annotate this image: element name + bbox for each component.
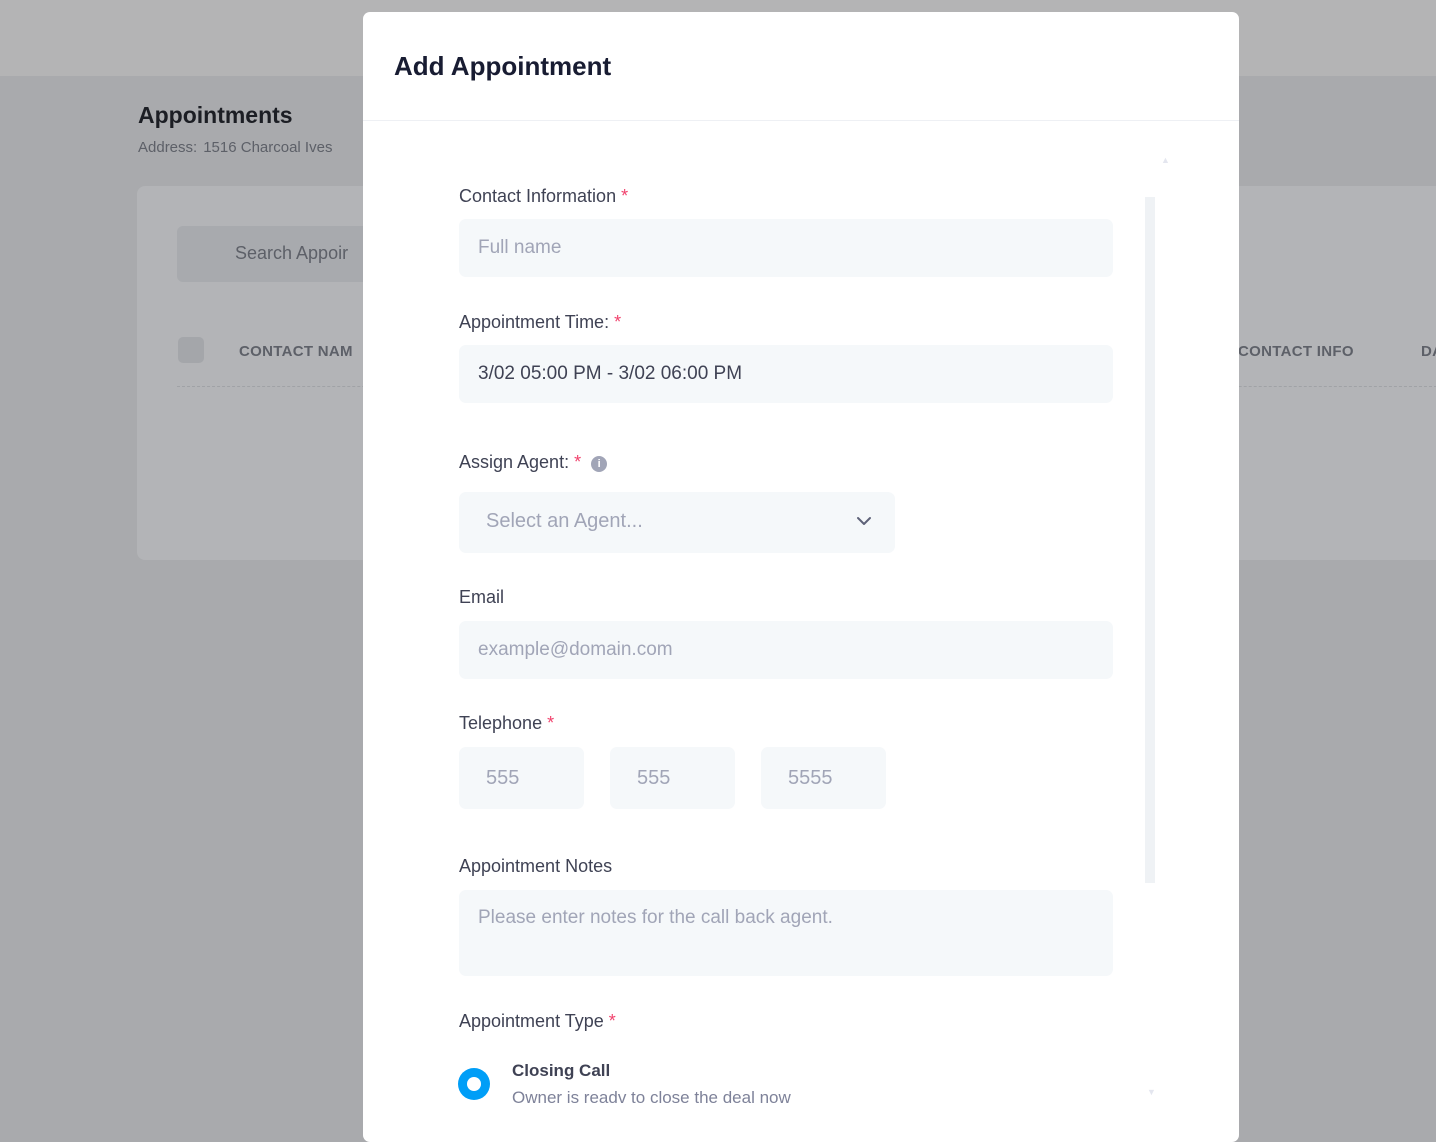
telephone-area-code-input[interactable]	[459, 747, 584, 809]
appointment-type-label-text: Appointment Type	[459, 1011, 604, 1031]
appointment-time-input[interactable]	[459, 345, 1113, 403]
info-circle-icon[interactable]: i	[591, 456, 608, 472]
assign-agent-select[interactable]: Select an Agent...	[459, 492, 895, 553]
scroll-down-arrow-icon[interactable]: ▼	[1147, 1087, 1156, 1097]
required-marker: *	[614, 312, 622, 332]
chevron-down-icon	[857, 517, 871, 525]
add-appointment-modal: Add Appointment ▲ ▼ Contact Information *…	[363, 12, 1239, 1142]
scroll-up-arrow-icon[interactable]: ▲	[1161, 155, 1170, 165]
telephone-label: Telephone *	[459, 713, 554, 734]
appointments-search-placeholder: Search Appoir	[235, 243, 349, 263]
appointment-time-label-text: Appointment Time:	[459, 312, 610, 332]
required-marker: *	[608, 1011, 616, 1031]
telephone-label-text: Telephone	[459, 713, 543, 733]
address-label: Address:	[138, 139, 198, 156]
closing-call-radio[interactable]	[458, 1068, 490, 1100]
full-name-input[interactable]	[459, 219, 1113, 277]
select-all-checkbox	[178, 337, 204, 363]
address-value: 1516 Charcoal Ives	[203, 139, 333, 156]
telephone-prefix-input[interactable]	[610, 747, 735, 809]
appointment-time-label: Appointment Time: *	[459, 312, 621, 333]
required-marker: *	[547, 713, 555, 733]
page-title: Appointments	[138, 102, 293, 128]
closing-call-description: Owner is readv to close the deal now	[512, 1088, 791, 1107]
telephone-line-input[interactable]	[761, 747, 886, 809]
appointment-notes-textarea[interactable]	[459, 890, 1113, 976]
column-header-contact-info: CONTACT INFO	[1238, 343, 1354, 360]
page-address: Address: 1516 Charcoal Ives	[138, 139, 332, 156]
modal-header: Add Appointment	[363, 12, 1239, 121]
assign-agent-label: Assign Agent: * i	[459, 452, 608, 473]
column-header-contact-name: CONTACT NAM	[239, 343, 353, 360]
appointment-notes-label: Appointment Notes	[459, 856, 613, 876]
required-marker: *	[621, 186, 629, 206]
required-marker: *	[574, 452, 582, 472]
email-field[interactable]	[459, 621, 1113, 679]
column-header-date: DA	[1421, 343, 1436, 360]
closing-call-title[interactable]: Closing Call	[512, 1061, 610, 1081]
assign-agent-label-text: Assign Agent:	[459, 452, 570, 472]
appointment-type-label: Appointment Type *	[459, 1011, 616, 1032]
email-label: Email	[459, 587, 505, 607]
contact-information-label: Contact Information *	[459, 186, 628, 207]
modal-title: Add Appointment	[394, 51, 612, 81]
assign-agent-select-placeholder: Select an Agent...	[486, 510, 643, 532]
contact-information-label-text: Contact Information	[459, 186, 617, 206]
modal-scrollbar[interactable]	[1145, 197, 1155, 883]
